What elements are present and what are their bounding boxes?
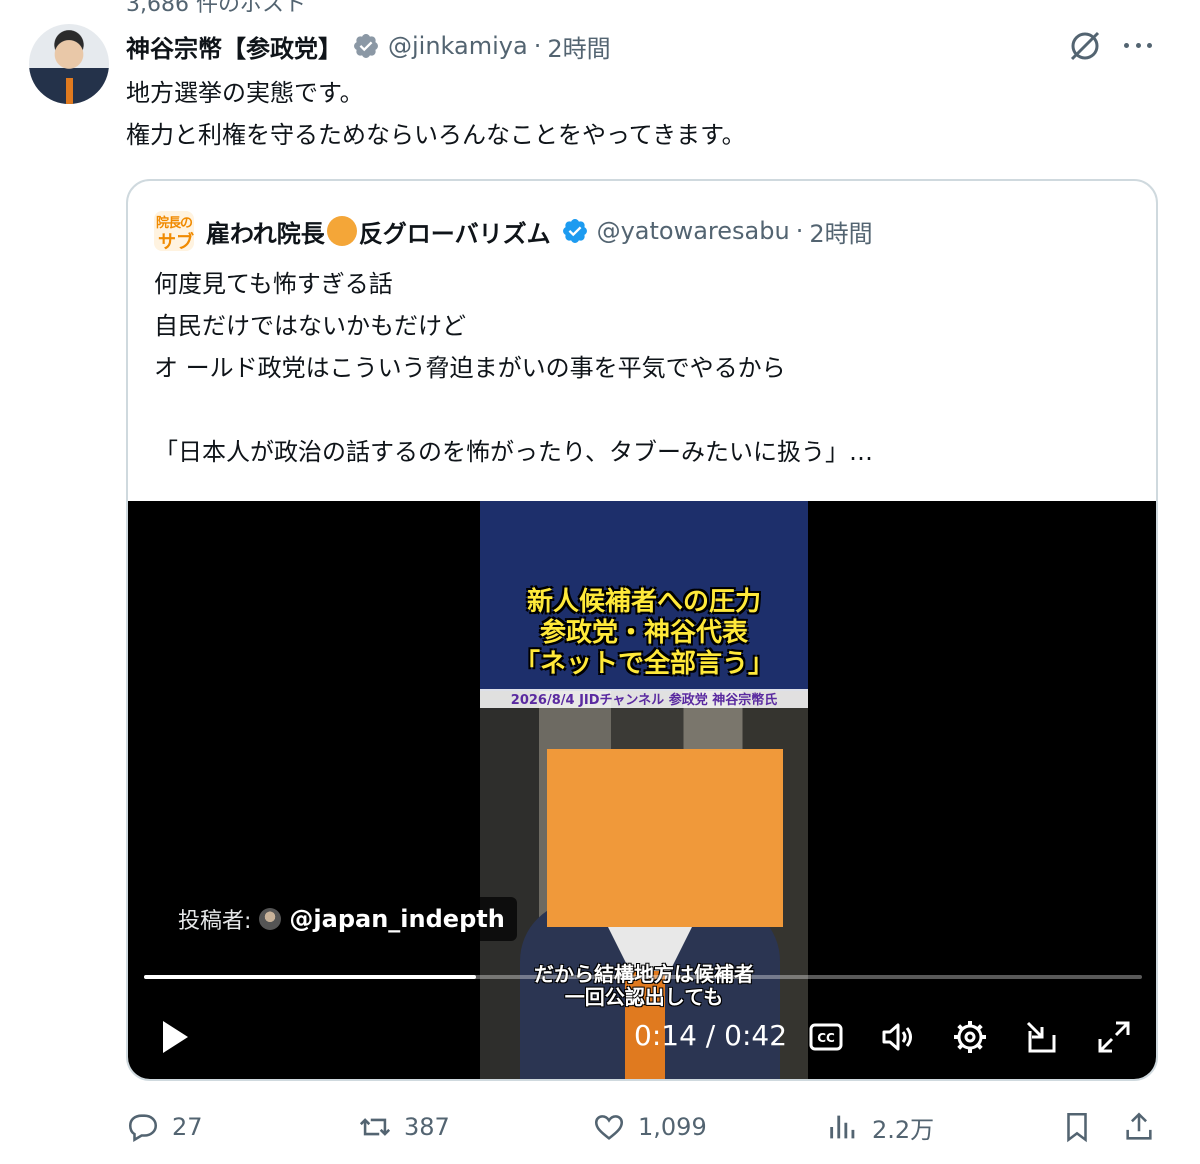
video-progress-fill [144,975,477,979]
quoted-post-card[interactable]: 院長の サブ 雇われ院長 反グローバリズム @yatowaresabu · 2時… [126,179,1158,1081]
reply-count: 27 [172,1113,203,1141]
share-button[interactable] [1122,1104,1168,1150]
quoted-author-name-part: 雇われ院長 [206,219,325,248]
post-text-line: 地方選挙の実態です。 [126,79,364,107]
time-separator: / [696,1019,725,1052]
grok-icon[interactable] [1066,27,1104,65]
post-text-line: 権力と利権を守るためならいろんなことをやってきます。 [126,121,746,149]
reply-icon [128,1114,158,1143]
video-poster-credit[interactable]: 投稿者: @japan_indepth [166,897,517,941]
bookmark-icon [1067,1112,1087,1143]
author-name[interactable]: 神谷宗幣【参政党】 [126,29,342,64]
play-icon[interactable] [158,1017,192,1057]
video-source-text: 2026/8/4 JIDチャンネル [510,693,669,708]
repost-count: 387 [404,1113,450,1141]
video-title-line: 「ネットで全部言う」 [513,649,774,679]
previous-post-count: 3,686 件のポスト [126,0,306,17]
quoted-post-header: 院長の サブ 雇われ院長 反グローバリズム @yatowaresabu · 2時… [154,211,873,253]
post-header: 神谷宗幣【参政党】 @jinkamiya · 2時間 [126,28,611,64]
repost-button[interactable]: 387 [358,1104,450,1150]
post-text: 地方選挙の実態です。 権力と利権を守るためならいろんなことをやってきます。 [126,72,746,156]
post-actions-bar: 27 387 1,099 2.2万 [126,1104,1166,1150]
views-button[interactable]: 2.2万 [826,1104,934,1150]
video-title-line: 新人候補者への圧力 [526,587,761,617]
share-icon [1126,1112,1152,1140]
post-time[interactable]: 2時間 [547,29,610,64]
like-icon [594,1115,624,1140]
poster-avatar [259,908,282,930]
fullscreen-icon[interactable] [1094,1017,1134,1057]
poster-handle[interactable]: @japan_indepth [289,905,504,933]
bookmark-button[interactable] [1060,1104,1106,1150]
separator-dot: · [533,32,542,60]
duration: 0:42 [724,1019,788,1052]
video-frame: 新人候補者への圧力 参政党・神谷代表 「ネットで全部言う」 2026/8/4 J… [480,501,808,1079]
subtitle-line: 一回公認出しても [564,985,724,1009]
video-title-line: 参政党・神谷代表 [539,618,748,648]
more-icon[interactable] [1120,30,1156,60]
video-title-overlay: 新人候補者への圧力 参政党・神谷代表 「ネットで全部言う」 [480,587,808,680]
orange-circle-emoji [326,216,357,246]
settings-icon[interactable] [950,1017,990,1057]
quoted-author-name[interactable]: 雇われ院長 反グローバリズム [206,214,551,249]
reply-button[interactable]: 27 [126,1104,203,1150]
author-avatar[interactable] [29,24,109,104]
separator-dot: · [795,217,804,245]
quoted-post-time[interactable]: 2時間 [809,214,872,249]
repost-icon [359,1118,391,1136]
author-handle[interactable]: @jinkamiya [388,32,528,60]
video-source-highlight: 参政党 神谷宗幣氏 [668,693,778,708]
avatar-text: サブ [158,232,194,253]
verified-badge-icon [354,34,378,58]
like-button[interactable]: 1,099 [592,1104,707,1150]
video-source-line: 2026/8/4 JIDチャンネル 参政党 神谷宗幣氏 [480,689,808,708]
views-icon [830,1115,855,1139]
current-time: 0:14 [634,1019,697,1052]
quoted-author-name-part: 反グローバリズム [358,219,551,248]
view-count: 2.2万 [872,1115,935,1144]
video-progress-bar[interactable] [144,975,1142,979]
face-mosaic [547,749,783,927]
video-subtitle: だから結構地方は候補者 一回公認出しても [480,963,808,1009]
poster-label: 投稿者: [178,909,252,934]
pip-icon[interactable] [1022,1017,1062,1057]
quoted-post-text: 何度見ても怖すぎる話 自民だけではないかもだけど オ ールド政党はこういう脅迫ま… [154,270,874,466]
video-player[interactable]: 新人候補者への圧力 参政党・神谷代表 「ネットで全部言う」 2026/8/4 J… [128,501,1156,1079]
like-count: 1,099 [638,1113,707,1141]
volume-icon[interactable] [878,1017,918,1057]
quoted-author-handle[interactable]: @yatowaresabu [597,217,790,245]
video-timecode: 0:14 / 0:42 [634,1019,787,1052]
verified-badge-icon [562,219,587,243]
captions-icon[interactable]: CC [806,1017,846,1057]
svg-text:CC: CC [817,1031,835,1045]
quoted-author-avatar[interactable]: 院長の サブ [154,211,194,253]
